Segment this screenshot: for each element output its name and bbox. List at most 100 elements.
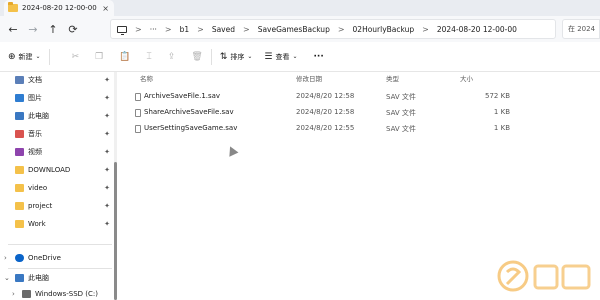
chevron-down-icon: ⌄	[292, 53, 298, 60]
folder-icon	[15, 184, 24, 192]
sidebar-item-onedrive[interactable]: › OneDrive	[0, 250, 118, 266]
delete-button[interactable]: 🗑	[187, 46, 206, 68]
breadcrumb-item[interactable]: b1	[180, 25, 190, 34]
sidebar-item-this-pc-tree[interactable]: ⌄ 此电脑	[0, 270, 118, 286]
rename-button[interactable]: ⌶	[142, 46, 155, 68]
paste-button[interactable]: 📋	[115, 46, 134, 68]
file-size: 1 KB	[493, 108, 510, 116]
pin-icon: ✦	[104, 94, 110, 102]
up-button[interactable]: ↑	[43, 19, 63, 39]
sidebar-item-work[interactable]: Work ✦	[0, 216, 118, 232]
table-row[interactable]: UserSettingSaveGame.sav 2024/8/20 12:55 …	[130, 122, 530, 136]
new-button[interactable]: ⊕ 新建 ⌄	[4, 46, 45, 68]
file-icon	[135, 93, 141, 101]
breadcrumb-item[interactable]: Saved	[212, 25, 235, 34]
table-row[interactable]: ShareArchiveSaveFile.sav 2024/8/20 12:58…	[130, 106, 530, 120]
breadcrumb-item[interactable]: SaveGamesBackup	[258, 25, 330, 34]
pin-icon: ✦	[104, 148, 110, 156]
copy-button[interactable]: ❐	[91, 46, 107, 68]
column-header-size[interactable]: 大小	[460, 73, 473, 85]
tab-title: 2024-08-20 12-00-00	[22, 4, 97, 12]
copy-icon: ❐	[95, 51, 104, 62]
share-button[interactable]: ⇪	[164, 46, 180, 68]
sidebar-divider	[8, 244, 112, 245]
column-header-type[interactable]: 类型	[386, 73, 399, 85]
sidebar-item-drive-c[interactable]: › Windows-SSD (C:)	[0, 286, 118, 300]
close-icon[interactable]: ×	[102, 4, 109, 13]
file-name: ArchiveSaveFile.1.sav	[144, 92, 221, 100]
chevron-right-icon[interactable]: ›	[4, 254, 7, 262]
view-icon: ☰	[264, 51, 273, 62]
refresh-button[interactable]: ⟳	[63, 19, 83, 39]
breadcrumb[interactable]: > ··· > b1 > Saved > SaveGamesBackup > 0…	[110, 19, 556, 39]
file-icon	[135, 125, 141, 133]
pictures-icon	[15, 94, 24, 102]
file-name: UserSettingSaveGame.sav	[144, 124, 238, 132]
sidebar-divider	[8, 268, 112, 269]
file-type: SAV 文件	[386, 125, 416, 133]
sidebar-item-pictures[interactable]: 图片 ✦	[0, 90, 118, 106]
back-button[interactable]: ←	[3, 19, 23, 39]
sidebar-item-music[interactable]: 音乐 ✦	[0, 126, 118, 142]
sidebar-item-project[interactable]: project ✦	[0, 198, 118, 214]
pc-icon	[15, 274, 24, 282]
pin-icon: ✦	[104, 76, 110, 84]
drive-icon	[22, 290, 31, 298]
breadcrumb-item-current[interactable]: 2024-08-20 12-00-00	[437, 25, 517, 34]
address-bar: ← → ↑ ⟳ > ··· > b1 > Saved > SaveGamesBa…	[0, 16, 600, 42]
file-modified: 2024/8/20 12:58	[296, 108, 355, 116]
scrollbar-thumb[interactable]	[114, 162, 117, 300]
chevron-down-icon[interactable]: ⌄	[4, 274, 10, 282]
more-options-button[interactable]: ···	[310, 46, 328, 68]
search-input[interactable]	[568, 25, 600, 33]
cut-button[interactable]: ✂	[68, 46, 84, 68]
new-button-label: 新建	[18, 52, 33, 61]
file-type: SAV 文件	[386, 93, 416, 101]
file-type: SAV 文件	[386, 109, 416, 117]
title-bar: 2024-08-20 12-00-00 ×	[0, 0, 600, 16]
sidebar-scrollbar[interactable]	[114, 72, 117, 300]
pin-icon: ✦	[104, 220, 110, 228]
file-size: 572 KB	[485, 92, 510, 100]
chevron-right-icon[interactable]: ›	[12, 290, 15, 298]
sidebar-item-download[interactable]: DOWNLOAD ✦	[0, 162, 118, 178]
monitor-icon	[117, 25, 127, 35]
sort-button-label: 排序	[230, 52, 245, 61]
view-button[interactable]: ☰ 查看 ⌄	[260, 46, 301, 68]
search-box[interactable]	[562, 19, 600, 39]
tab-current-folder[interactable]: 2024-08-20 12-00-00 ×	[4, 0, 114, 16]
view-button-label: 查看	[275, 52, 290, 61]
pin-icon: ✦	[104, 130, 110, 138]
more-icon: ···	[313, 51, 324, 62]
pin-icon: ✦	[104, 184, 110, 192]
breadcrumb-separator: >	[242, 24, 250, 34]
pin-icon: ✦	[104, 112, 110, 120]
command-toolbar: ⊕ 新建 ⌄ ✂ ❐ 📋 ⌶ ⇪ 🗑 ⇅ 排序 ⌄ ☰ 查看 ⌄ ···	[0, 42, 600, 72]
file-modified: 2024/8/20 12:58	[296, 92, 355, 100]
scissors-icon: ✂	[71, 51, 80, 62]
pin-icon: ✦	[104, 166, 110, 174]
breadcrumb-separator: >	[164, 24, 172, 34]
folder-icon	[15, 166, 24, 174]
sidebar-item-documents[interactable]: 文档 ✦	[0, 72, 118, 88]
breadcrumb-separator: >	[197, 24, 204, 34]
column-header-name[interactable]: 名称	[140, 73, 153, 85]
sort-button[interactable]: ⇅ 排序 ⌄	[216, 46, 257, 68]
sidebar-item-video-folder[interactable]: video ✦	[0, 180, 118, 196]
plus-circle-icon: ⊕	[8, 51, 16, 62]
sidebar-item-video[interactable]: 视频 ✦	[0, 144, 118, 160]
chevron-down-icon: ⌄	[247, 53, 253, 60]
column-header-modified[interactable]: 修改日期	[296, 73, 322, 85]
sidebar-item-this-pc[interactable]: 此电脑 ✦	[0, 108, 118, 124]
pc-icon	[15, 112, 24, 120]
breadcrumb-separator: >	[337, 24, 345, 34]
forward-button[interactable]: →	[23, 19, 43, 39]
table-row[interactable]: ArchiveSaveFile.1.sav 2024/8/20 12:58 SA…	[130, 90, 530, 104]
rename-icon: ⌶	[146, 51, 152, 62]
file-size: 1 KB	[493, 124, 510, 132]
folder-icon	[15, 202, 24, 210]
breadcrumb-item[interactable]: 02HourlyBackup	[353, 25, 415, 34]
breadcrumb-separator: >	[135, 24, 142, 34]
file-name: ShareArchiveSaveFile.sav	[144, 108, 234, 116]
breadcrumb-ellipsis[interactable]: ···	[150, 25, 157, 34]
